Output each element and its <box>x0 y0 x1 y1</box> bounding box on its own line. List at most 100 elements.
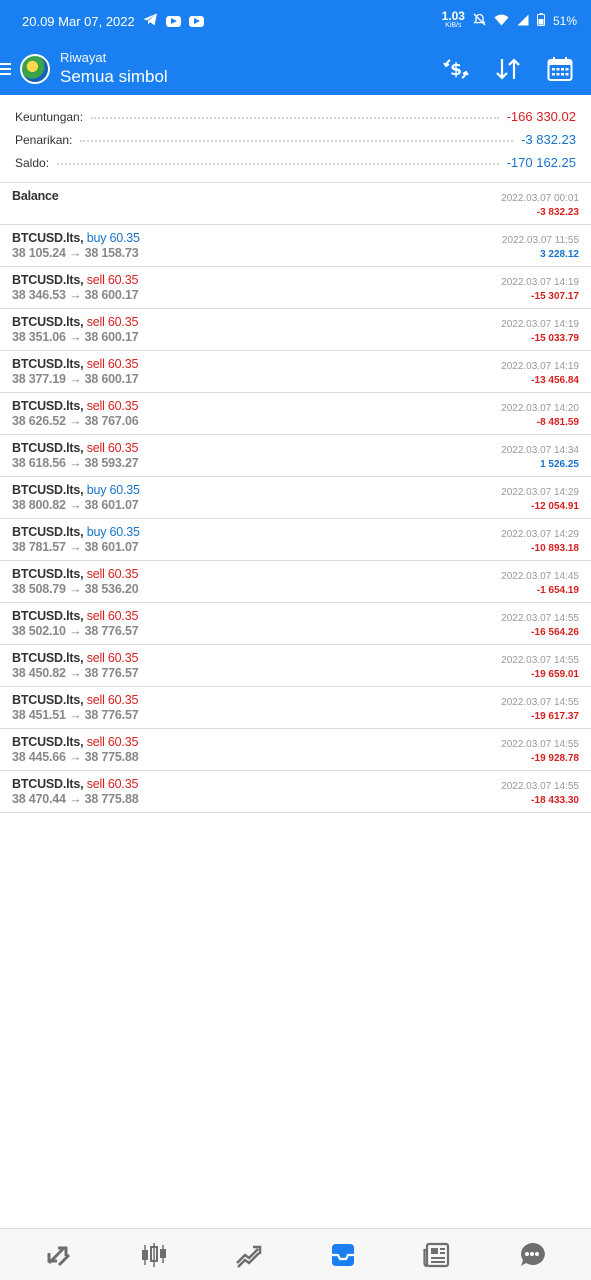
deal-prices: 38 781.57 → 38 601.07 <box>12 540 139 554</box>
history-icon[interactable] <box>319 1235 367 1275</box>
currency-exchange-icon[interactable]: $ <box>441 55 471 83</box>
deal-profit: -15 307.17 <box>531 291 579 302</box>
chat-icon[interactable] <box>508 1235 556 1275</box>
deal-time: 2022.03.07 14:20 <box>501 403 579 414</box>
deal-time: 2022.03.07 14:45 <box>501 571 579 582</box>
deal-row[interactable]: BTCUSD.lts, sell 60.35 38 346.53 → 38 600… <box>0 267 591 309</box>
deal-profit: 1 526.25 <box>540 459 579 470</box>
deal-symbol: BTCUSD.lts, <box>12 315 84 329</box>
deal-time: 2022.03.07 11:55 <box>501 235 579 246</box>
deal-row[interactable]: BTCUSD.lts, buy 60.35 38 105.24 → 38 158.… <box>0 225 591 267</box>
deal-symbol: BTCUSD.lts, <box>12 777 84 791</box>
deal-title: BTCUSD.lts, sell 60.35 <box>12 567 579 581</box>
balance-value: -170 162.25 <box>506 155 576 170</box>
balance-entry[interactable]: Balance 2022.03.07 00:01 -3 832.23 <box>0 183 591 225</box>
deal-type: buy 60.35 <box>86 525 140 539</box>
balance-entry-time: 2022.03.07 00:01 <box>501 193 579 204</box>
deal-prices: 38 346.53 → 38 600.17 <box>12 288 139 302</box>
deal-prices: 38 618.56 → 38 593.27 <box>12 456 139 470</box>
deal-prices: 38 451.51 → 38 776.57 <box>12 708 139 722</box>
deal-profit: 3 228.12 <box>540 249 579 260</box>
calendar-icon[interactable] <box>545 55 575 83</box>
deal-row[interactable]: BTCUSD.lts, buy 60.35 38 781.57 → 38 601.… <box>0 519 591 561</box>
deal-type: sell 60.35 <box>86 777 139 791</box>
deal-type: buy 60.35 <box>86 483 140 497</box>
wifi-icon <box>494 14 509 29</box>
deal-symbol: BTCUSD.lts, <box>12 357 84 371</box>
balance-entry-amount: -3 832.23 <box>536 207 579 218</box>
deal-time: 2022.03.07 14:55 <box>501 613 579 624</box>
deal-title: BTCUSD.lts, sell 60.35 <box>12 609 579 623</box>
deal-prices: 38 105.24 → 38 158.73 <box>12 246 139 260</box>
deal-profit: -19 659.01 <box>531 669 579 680</box>
deal-profit: -18 433.30 <box>531 795 579 806</box>
deal-prices: 38 450.82 → 38 776.57 <box>12 666 139 680</box>
deal-profit: -13 456.84 <box>531 375 579 386</box>
deal-row[interactable]: BTCUSD.lts, sell 60.35 38 618.56 → 38 593… <box>0 435 591 477</box>
deal-symbol: BTCUSD.lts, <box>12 483 84 497</box>
deal-time: 2022.03.07 14:34 <box>501 445 579 456</box>
deal-profit: -19 617.37 <box>531 711 579 722</box>
page-title[interactable]: Semua simbol <box>60 66 168 88</box>
news-icon[interactable] <box>413 1235 461 1275</box>
chart-icon[interactable] <box>130 1235 178 1275</box>
deal-profit: -16 564.26 <box>531 627 579 638</box>
deal-row[interactable]: BTCUSD.lts, sell 60.35 38 451.51 → 38 776… <box>0 687 591 729</box>
deal-title: BTCUSD.lts, sell 60.35 <box>12 357 579 371</box>
quotes-icon[interactable] <box>35 1235 83 1275</box>
battery-icon <box>536 13 545 29</box>
menu-icon[interactable] <box>0 62 12 75</box>
battery-level: 51% <box>552 14 577 28</box>
balance-row: Saldo: -170 162.25 <box>15 151 576 174</box>
profit-row: Keuntungan: -166 330.02 <box>15 105 576 128</box>
deal-type: sell 60.35 <box>86 567 139 581</box>
deal-type: sell 60.35 <box>86 441 139 455</box>
deal-profit: -1 654.19 <box>536 585 579 596</box>
withdrawal-value: -3 832.23 <box>521 132 576 147</box>
app-bar: Riwayat Semua simbol $ <box>0 42 591 95</box>
deal-time: 2022.03.07 14:55 <box>501 781 579 792</box>
trade-icon[interactable] <box>224 1235 272 1275</box>
deal-prices: 38 800.82 → 38 601.07 <box>12 498 139 512</box>
deal-symbol: BTCUSD.lts, <box>12 441 84 455</box>
deal-type: sell 60.35 <box>86 399 139 413</box>
deal-prices: 38 626.52 → 38 767.06 <box>12 414 139 428</box>
deal-row[interactable]: BTCUSD.lts, sell 60.35 38 377.19 → 38 600… <box>0 351 591 393</box>
deal-row[interactable]: BTCUSD.lts, sell 60.35 38 445.66 → 38 775… <box>0 729 591 771</box>
deals-list: BTCUSD.lts, buy 60.35 38 105.24 → 38 158.… <box>0 225 591 813</box>
deal-row[interactable]: BTCUSD.lts, sell 60.35 38 502.10 → 38 776… <box>0 603 591 645</box>
app-logo <box>20 53 50 84</box>
sort-icon[interactable] <box>493 55 523 83</box>
deal-title: BTCUSD.lts, buy 60.35 <box>12 483 579 497</box>
deal-title: BTCUSD.lts, buy 60.35 <box>12 231 579 245</box>
deal-symbol: BTCUSD.lts, <box>12 609 84 623</box>
youtube-icon <box>188 15 204 27</box>
deal-title: BTCUSD.lts, sell 60.35 <box>12 315 579 329</box>
summary-panel: Keuntungan: -166 330.02 Penarikan: -3 83… <box>0 95 591 183</box>
deal-type: sell 60.35 <box>86 609 139 623</box>
deal-time: 2022.03.07 14:55 <box>501 655 579 666</box>
deal-row[interactable]: BTCUSD.lts, sell 60.35 38 470.44 → 38 775… <box>0 771 591 813</box>
balance-label: Saldo: <box>15 155 50 170</box>
deal-row[interactable]: BTCUSD.lts, buy 60.35 38 800.82 → 38 601.… <box>0 477 591 519</box>
deal-type: sell 60.35 <box>86 651 139 665</box>
deal-title: BTCUSD.lts, sell 60.35 <box>12 693 579 707</box>
telegram-icon <box>143 13 158 29</box>
deal-profit: -10 893.18 <box>531 543 579 554</box>
deal-prices: 38 377.19 → 38 600.17 <box>12 372 139 386</box>
deal-symbol: BTCUSD.lts, <box>12 525 84 539</box>
page-subtitle: Riwayat <box>60 49 107 65</box>
deal-time: 2022.03.07 14:19 <box>501 319 579 330</box>
deal-time: 2022.03.07 14:55 <box>501 739 579 750</box>
deal-time: 2022.03.07 14:29 <box>501 487 579 498</box>
deal-row[interactable]: BTCUSD.lts, sell 60.35 38 626.52 → 38 767… <box>0 393 591 435</box>
deal-symbol: BTCUSD.lts, <box>12 273 84 287</box>
deal-title: BTCUSD.lts, buy 60.35 <box>12 525 579 539</box>
deal-row[interactable]: BTCUSD.lts, sell 60.35 38 351.06 → 38 600… <box>0 309 591 351</box>
deal-profit: -19 928.78 <box>531 753 579 764</box>
deal-type: sell 60.35 <box>86 315 139 329</box>
header-titles: Riwayat Semua simbol <box>60 50 168 88</box>
deal-profit: -8 481.59 <box>536 417 579 428</box>
deal-row[interactable]: BTCUSD.lts, sell 60.35 38 508.79 → 38 536… <box>0 561 591 603</box>
deal-row[interactable]: BTCUSD.lts, sell 60.35 38 450.82 → 38 776… <box>0 645 591 687</box>
